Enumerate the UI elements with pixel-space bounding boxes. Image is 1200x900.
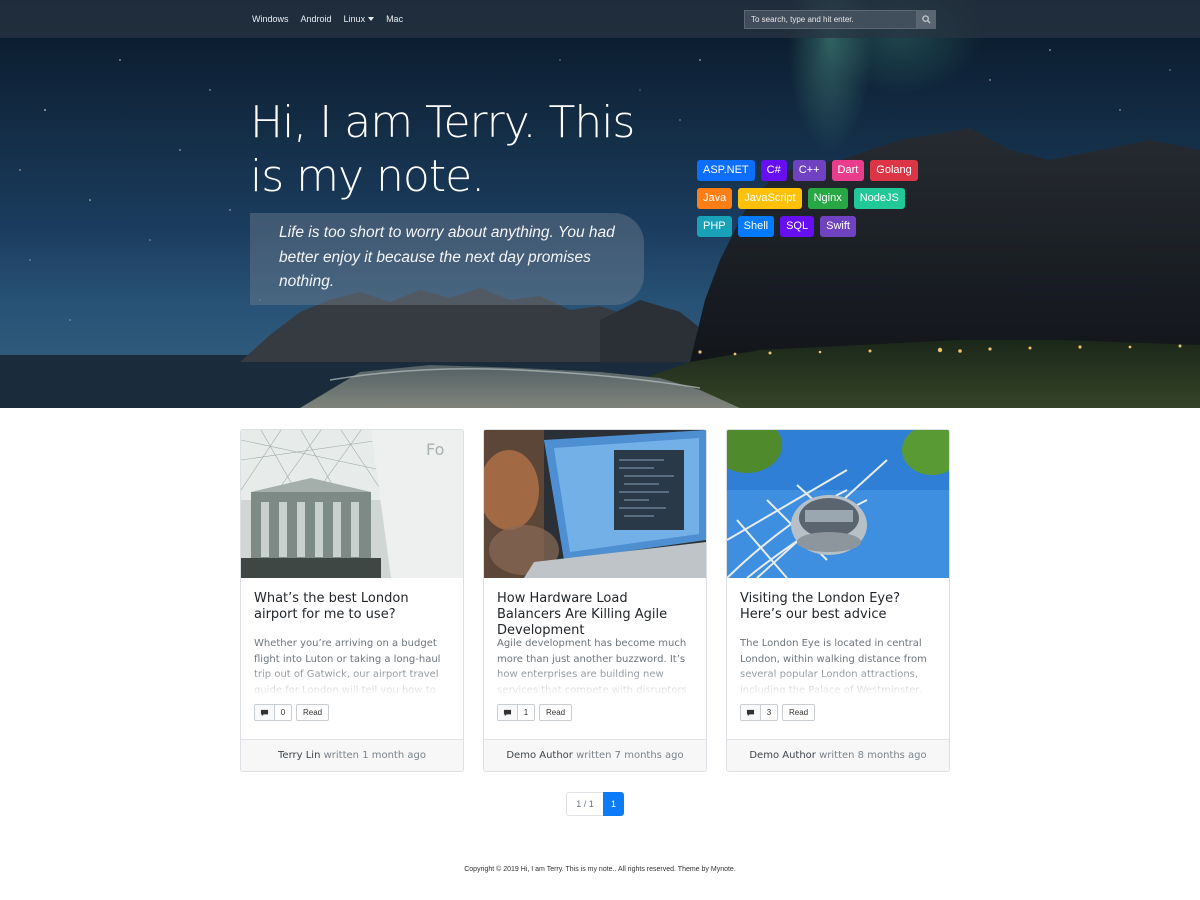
- nav-menu: Windows Android Linux Mac: [252, 0, 415, 38]
- post-date: written 8 months ago: [819, 750, 927, 761]
- post-card: Visiting the London Eye? Here’s our best…: [726, 429, 950, 772]
- comment-button-group: 0: [254, 704, 292, 721]
- post-title[interactable]: Visiting the London Eye? Here’s our best…: [740, 591, 936, 629]
- post-excerpt: Agile development has become much more t…: [497, 638, 687, 694]
- comment-button-group: 3: [740, 704, 778, 721]
- post-actions: 3 Read: [740, 704, 816, 721]
- post-footer: Terry Lin written 1 month ago: [241, 739, 463, 771]
- post-actions: 1 Read: [497, 704, 573, 721]
- search-icon: [922, 15, 931, 24]
- top-navbar: Windows Android Linux Mac: [0, 0, 1200, 38]
- hero-title: Hi, I am Terry. This is my note.: [250, 97, 635, 202]
- post-card: How Hardware Load Balancers Are Killing …: [483, 429, 707, 772]
- tag-cpp[interactable]: C++: [792, 160, 826, 181]
- tag-sql[interactable]: SQL: [780, 216, 815, 237]
- nav-item-android[interactable]: Android: [301, 14, 332, 24]
- tag-golang[interactable]: Golang: [870, 160, 918, 181]
- post-footer: Demo Author written 7 months ago: [484, 739, 706, 771]
- post-excerpt: The London Eye is located in central Lon…: [740, 638, 927, 694]
- tag-javascript[interactable]: JavaScript: [738, 188, 802, 209]
- comment-button[interactable]: [255, 705, 275, 720]
- comment-icon: [260, 709, 269, 716]
- comment-count: 1: [523, 708, 529, 717]
- nav-item-mac[interactable]: Mac: [386, 14, 403, 24]
- post-card: Fo What’s the best London airport for me…: [240, 429, 464, 772]
- post-author[interactable]: Terry Lin: [278, 750, 320, 761]
- comment-button[interactable]: [741, 705, 761, 720]
- tag-cloud: ASP.NET C# C++ Dart Golang Java JavaScri…: [697, 160, 918, 244]
- post-author[interactable]: Demo Author: [506, 750, 573, 761]
- post-thumbnail-laptop[interactable]: [484, 430, 706, 578]
- post-actions: 0 Read: [254, 704, 330, 721]
- pagination: 1 / 1 1: [566, 792, 624, 816]
- hero-quote-text: Life is too short to worry about anythin…: [279, 224, 615, 290]
- caret-down-icon: [368, 17, 375, 21]
- hero-quote-box: Life is too short to worry about anythin…: [250, 213, 644, 305]
- tag-swift[interactable]: Swift: [820, 216, 856, 237]
- post-thumbnail-museum[interactable]: Fo: [241, 430, 463, 578]
- tag-shell[interactable]: Shell: [737, 216, 775, 237]
- comment-icon: [503, 709, 512, 716]
- comment-count: 0: [280, 708, 286, 717]
- page-info: 1 / 1: [566, 792, 603, 816]
- comment-button[interactable]: [498, 705, 518, 720]
- post-date: written 1 month ago: [323, 750, 426, 761]
- hero-banner: [0, 0, 1200, 408]
- comment-button-group: 1: [497, 704, 535, 721]
- tag-csharp[interactable]: C#: [760, 160, 787, 181]
- search-bar: [744, 10, 936, 29]
- post-author[interactable]: Demo Author: [749, 750, 816, 761]
- post-thumbnail-london-eye[interactable]: [727, 430, 949, 578]
- post-title[interactable]: How Hardware Load Balancers Are Killing …: [497, 591, 693, 638]
- search-button[interactable]: [917, 10, 936, 29]
- tag-nginx[interactable]: Nginx: [807, 188, 848, 209]
- post-date: written 7 months ago: [576, 750, 684, 761]
- tag-java[interactable]: Java: [697, 188, 733, 209]
- nav-item-windows[interactable]: Windows: [252, 14, 289, 24]
- site-footer: Copyright © 2019 Hi, I am Terry. This is…: [464, 866, 736, 873]
- page-link-current[interactable]: 1: [603, 792, 624, 816]
- comment-count: 3: [766, 708, 772, 717]
- tag-nodejs[interactable]: NodeJS: [853, 188, 905, 209]
- nav-item-linux-dropdown[interactable]: Linux: [344, 14, 375, 24]
- post-title[interactable]: What’s the best London airport for me to…: [254, 591, 450, 629]
- post-excerpt: Whether you’re arriving on a budget flig…: [254, 638, 441, 694]
- svg-text:Fo: Fo: [426, 440, 444, 459]
- read-button[interactable]: Read: [539, 704, 573, 721]
- search-input[interactable]: [744, 10, 917, 29]
- read-button[interactable]: Read: [296, 704, 330, 721]
- tag-aspnet[interactable]: ASP.NET: [697, 160, 755, 181]
- tag-dart[interactable]: Dart: [831, 160, 865, 181]
- read-button[interactable]: Read: [782, 704, 816, 721]
- post-footer: Demo Author written 8 months ago: [727, 739, 949, 771]
- tag-php[interactable]: PHP: [697, 216, 732, 237]
- post-list: Fo What’s the best London airport for me…: [240, 429, 950, 772]
- comment-icon: [746, 709, 755, 716]
